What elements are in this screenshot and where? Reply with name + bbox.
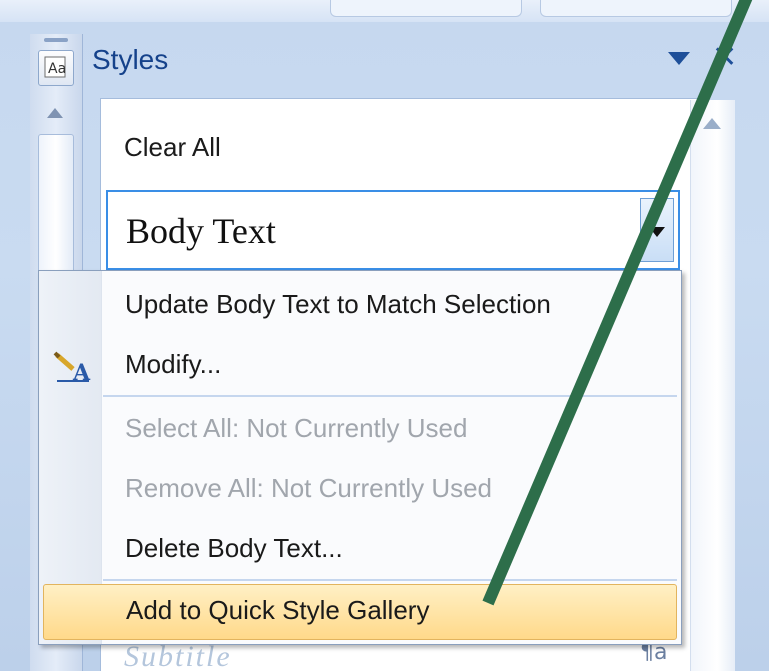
word-window: Aa Styles ✕ Clear All Body Text Subtitle… (0, 0, 769, 671)
annotation-arrow (482, 0, 753, 606)
